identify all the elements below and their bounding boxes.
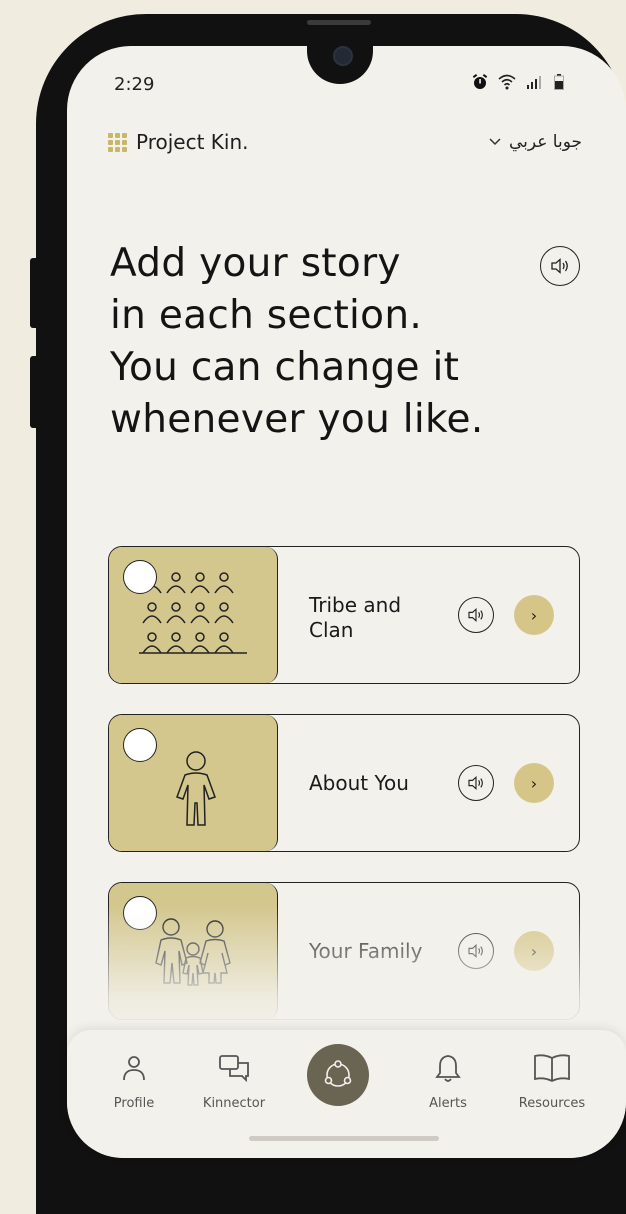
center-network-button[interactable] [307, 1044, 369, 1106]
tab-label: Alerts [429, 1096, 467, 1111]
phone-speaker [307, 20, 371, 25]
section-label-line: Clan [309, 618, 354, 642]
completion-check[interactable] [123, 896, 157, 930]
section-label-line: Your Family [309, 939, 423, 963]
completion-check[interactable] [123, 560, 157, 594]
chevron-down-icon [489, 138, 501, 146]
section-card-tribe-and-clan[interactable]: Tribe and Clan › [108, 546, 580, 684]
tab-label: Profile [113, 1096, 155, 1111]
alarm-icon [472, 74, 488, 89]
section-card-your-family[interactable]: Your Family › [108, 882, 580, 1020]
headline-line: Add your story [110, 241, 401, 286]
tab-label: Kinnector [202, 1096, 266, 1111]
section-label-line: Tribe and [309, 593, 402, 617]
section-card-about-you[interactable]: About You › [108, 714, 580, 852]
section-label: Your Family [309, 939, 422, 964]
page-headline: Add your story in each section. You can … [110, 238, 530, 446]
person-icon [123, 1056, 145, 1081]
chevron-right-icon: › [530, 605, 538, 625]
bottom-tab-bar: Profile Kinnector Alerts Resources [67, 1030, 626, 1158]
section-audio-button[interactable] [458, 765, 494, 801]
section-next-button[interactable]: › [514, 931, 554, 971]
tab-resources[interactable]: Resources [507, 1050, 597, 1111]
status-icons [472, 74, 564, 90]
tab-label: Resources [518, 1096, 586, 1111]
camera-icon [333, 46, 353, 66]
completion-check[interactable] [123, 728, 157, 762]
app-logo: Project Kin. [108, 130, 249, 154]
speaker-icon [468, 776, 483, 790]
headline-audio-button[interactable] [540, 246, 580, 286]
app-name: Project Kin. [136, 130, 249, 154]
language-selector[interactable]: جوبا عربي [489, 132, 582, 152]
headline-line: You can change it [110, 345, 460, 390]
section-label-line: About You [309, 771, 409, 795]
grid-dots-icon [108, 132, 127, 152]
tab-alerts[interactable]: Alerts [403, 1050, 493, 1111]
network-icon [324, 1060, 352, 1087]
tab-profile[interactable]: Profile [89, 1050, 179, 1111]
signal-icon [527, 76, 541, 89]
chevron-right-icon: › [530, 941, 538, 961]
section-next-button[interactable]: › [514, 595, 554, 635]
chat-bubbles-icon [219, 1055, 249, 1082]
status-time: 2:29 [114, 74, 155, 95]
book-icon [534, 1054, 570, 1083]
tab-kinnector[interactable]: Kinnector [189, 1050, 279, 1111]
chevron-right-icon: › [530, 773, 538, 793]
speaker-icon [468, 944, 483, 958]
home-indicator [249, 1136, 439, 1141]
battery-icon [554, 74, 564, 90]
section-audio-button[interactable] [458, 933, 494, 969]
section-audio-button[interactable] [458, 597, 494, 633]
headline-line: whenever you like. [110, 397, 484, 442]
language-label: جوبا عربي [508, 132, 582, 152]
section-next-button[interactable]: › [514, 763, 554, 803]
bell-icon [435, 1055, 461, 1082]
section-label: About You [309, 771, 409, 796]
headline-line: in each section. [110, 293, 423, 338]
speaker-icon [468, 608, 483, 622]
speaker-icon [551, 258, 568, 274]
section-label: Tribe and Clan [309, 593, 401, 643]
wifi-icon [498, 74, 516, 90]
